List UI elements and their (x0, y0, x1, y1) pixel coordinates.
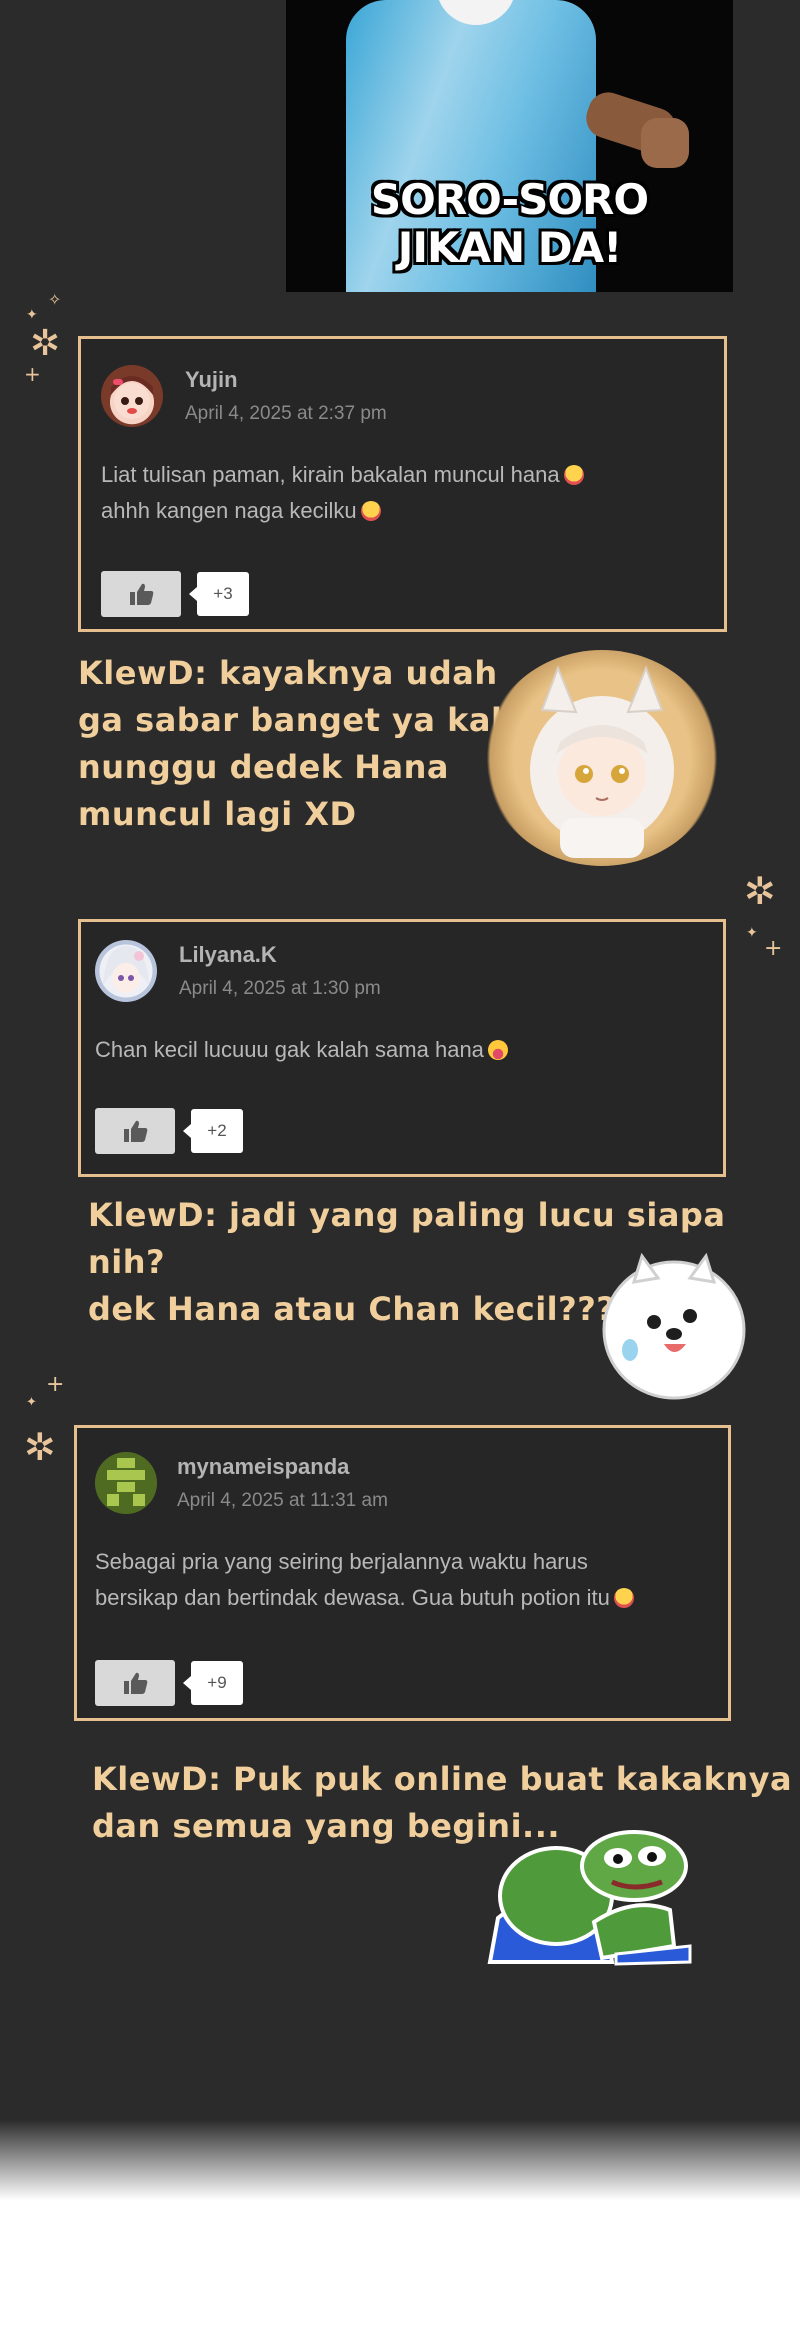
meme-caption-line2: JIKAN DA! (397, 223, 623, 272)
reply-line: KlewD: Puk puk online buat kakaknya (92, 1760, 793, 1798)
meme-caption: SORO-SORO JIKAN DA! (286, 176, 733, 272)
avatar-face-icon (103, 946, 149, 993)
comment-username[interactable]: Yujin (185, 367, 238, 393)
white-dog-icon (602, 1252, 746, 1400)
comment-text-line1: Chan kecil lucuuu gak kalah sama hana (95, 1037, 484, 1062)
like-button[interactable] (101, 571, 181, 617)
sparkle-icon: ✲ (24, 1425, 56, 1469)
sparkle-icon: ✲ (30, 323, 61, 364)
frog-hug-icon (487, 1830, 692, 1966)
sparkle-icon: ✧ (48, 290, 62, 309)
reply-line: KlewD: kayaknya udah (78, 654, 498, 692)
comment-text-line2: ahhh kangen naga kecilku (101, 498, 357, 523)
like-count: +2 (183, 1109, 243, 1153)
sparkle-icon: + (764, 936, 783, 961)
comment-date[interactable]: April 4, 2025 at 1:30 pm (179, 978, 381, 1000)
anime-girl-sticker (484, 650, 720, 866)
sparkle-icon: + (46, 1372, 65, 1397)
comment-username[interactable]: Lilyana.K (179, 942, 277, 968)
meme-fist (641, 118, 689, 168)
comment-date[interactable]: April 4, 2025 at 11:31 am (177, 1490, 388, 1512)
comment-text: Chan kecil lucuuu gak kalah sama hana (95, 1032, 508, 1068)
thumbs-up-icon (124, 1672, 148, 1694)
comment-username[interactable]: mynameispanda (177, 1454, 349, 1480)
comment-text: Liat tulisan paman, kirain bakalan muncu… (101, 457, 584, 529)
frog-hug-sticker (484, 1826, 700, 1966)
thumbs-up-icon (124, 1120, 148, 1142)
comment-text-line1: Sebagai pria yang seiring berjalannya wa… (95, 1549, 588, 1574)
sparkle-icon: ✦ (746, 925, 758, 941)
comment-text: Sebagai pria yang seiring berjalannya wa… (95, 1544, 634, 1616)
sparkle-icon: ✲ (744, 869, 776, 913)
reply-line: muncul lagi XD (78, 795, 357, 833)
reply-line: nunggu dedek Hana (78, 748, 449, 786)
comment-card: mynameispanda April 4, 2025 at 11:31 am … (74, 1425, 731, 1721)
comment-text-line1: Liat tulisan paman, kirain bakalan muncu… (101, 462, 560, 487)
avatar (95, 1452, 157, 1514)
meme-caption-line1: SORO-SORO (370, 175, 649, 224)
comment-text-line2: bersikap dan bertindak dewasa. Gua butuh… (95, 1585, 610, 1610)
crying-face-icon (360, 501, 381, 521)
avatar (95, 940, 157, 1002)
like-button[interactable] (95, 1108, 175, 1154)
thumbs-up-icon (130, 583, 154, 605)
author-reply: KlewD: kayaknya udah ga sabar banget ya … (78, 650, 513, 838)
anime-girl-icon (530, 665, 674, 858)
comment-card: Lilyana.K April 4, 2025 at 1:30 pm Chan … (78, 919, 726, 1177)
like-count: +3 (189, 572, 249, 616)
sparkle-icon: + (24, 362, 41, 386)
bottom-fade (0, 2120, 800, 2200)
like-count: +9 (183, 1661, 243, 1705)
crying-face-icon (613, 1588, 634, 1608)
grinning-face-icon (487, 1040, 508, 1060)
crying-face-icon (563, 465, 584, 485)
comment-date[interactable]: April 4, 2025 at 2:37 pm (185, 403, 387, 425)
comment-card: Yujin April 4, 2025 at 2:37 pm Liat tuli… (78, 336, 727, 632)
meme-image: SORO-SORO JIKAN DA! (286, 0, 733, 292)
pixel-avatar-icon (95, 1452, 157, 1514)
white-dog-sticker (600, 1250, 748, 1402)
sparkle-icon: ✦ (26, 1395, 37, 1410)
sparkle-icon: ✦ (26, 307, 38, 323)
avatar-face-icon (111, 376, 153, 419)
like-button[interactable] (95, 1660, 175, 1706)
reply-line: ga sabar banget ya kak (78, 701, 513, 739)
avatar (101, 365, 163, 427)
